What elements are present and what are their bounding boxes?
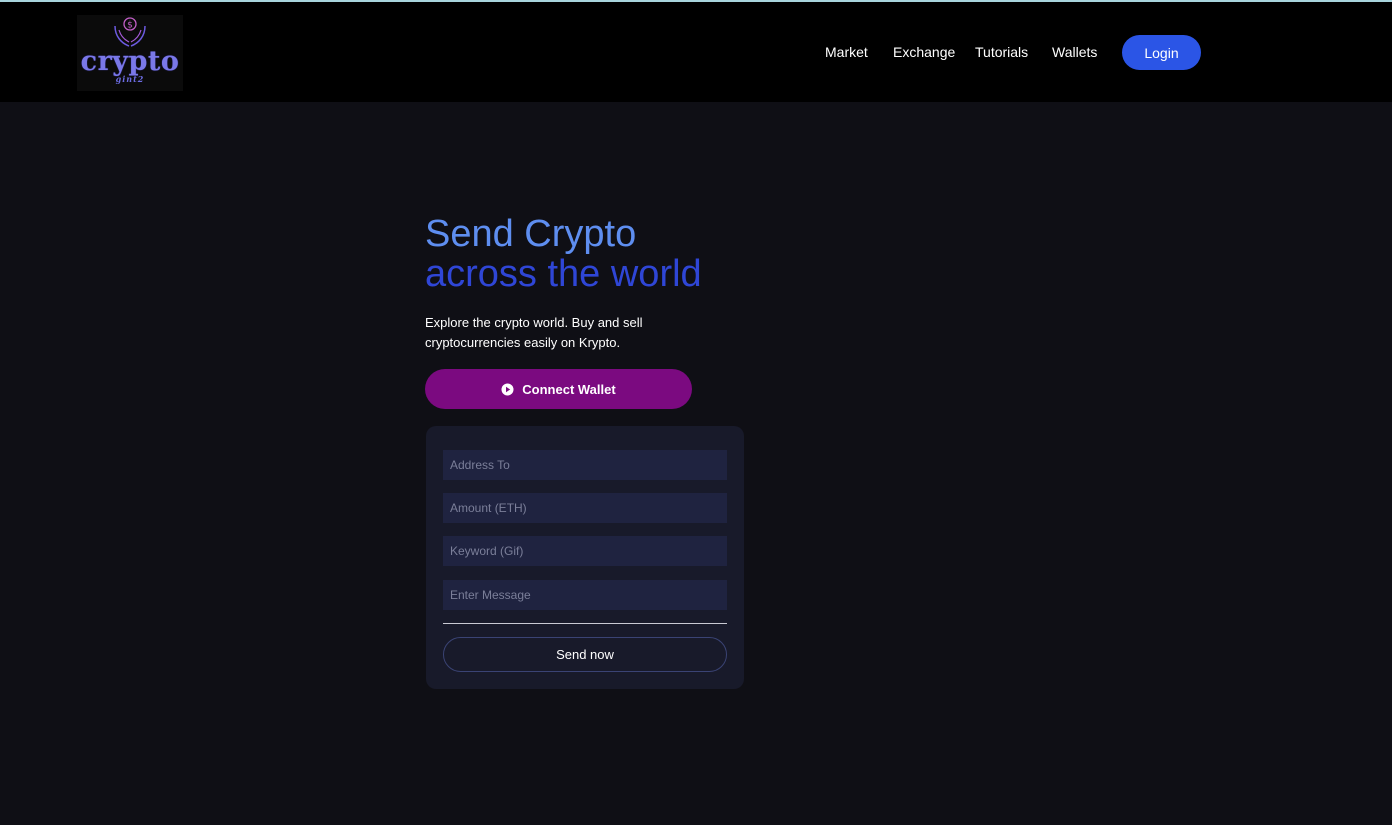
send-now-button[interactable]: Send now: [443, 637, 727, 672]
message-input[interactable]: [443, 580, 727, 610]
keyword-input[interactable]: [443, 536, 727, 566]
address-input[interactable]: [443, 450, 727, 480]
logo-wordmark: crypto: [80, 46, 180, 77]
logo-subtitle: gint2: [115, 74, 145, 84]
nav-tutorials[interactable]: Tutorials: [975, 44, 1028, 60]
send-form: Send now: [426, 426, 744, 689]
hero-title-line2: across the world: [425, 253, 702, 295]
hands-coin-icon: $: [114, 17, 146, 47]
connect-wallet-label: Connect Wallet: [522, 381, 616, 397]
hero-description: Explore the crypto world. Buy and sell c…: [425, 315, 643, 350]
nav-market[interactable]: Market: [825, 44, 868, 60]
play-circle-icon: [501, 383, 514, 395]
connect-wallet-button[interactable]: Connect Wallet: [425, 369, 692, 409]
hero-title-line1: Send Crypto: [425, 213, 637, 255]
nav-exchange[interactable]: Exchange: [893, 44, 955, 60]
site-header: $ crypto gint2 Market Exchange Tutorials…: [0, 2, 1392, 102]
amount-input[interactable]: [443, 493, 727, 523]
nav-wallets[interactable]: Wallets: [1052, 44, 1097, 60]
login-button[interactable]: Login: [1122, 35, 1201, 70]
form-divider: [443, 623, 727, 624]
logo[interactable]: $ crypto gint2: [77, 15, 183, 91]
svg-text:$: $: [127, 21, 133, 31]
hero-title: Send Crypto across the world: [425, 214, 702, 294]
